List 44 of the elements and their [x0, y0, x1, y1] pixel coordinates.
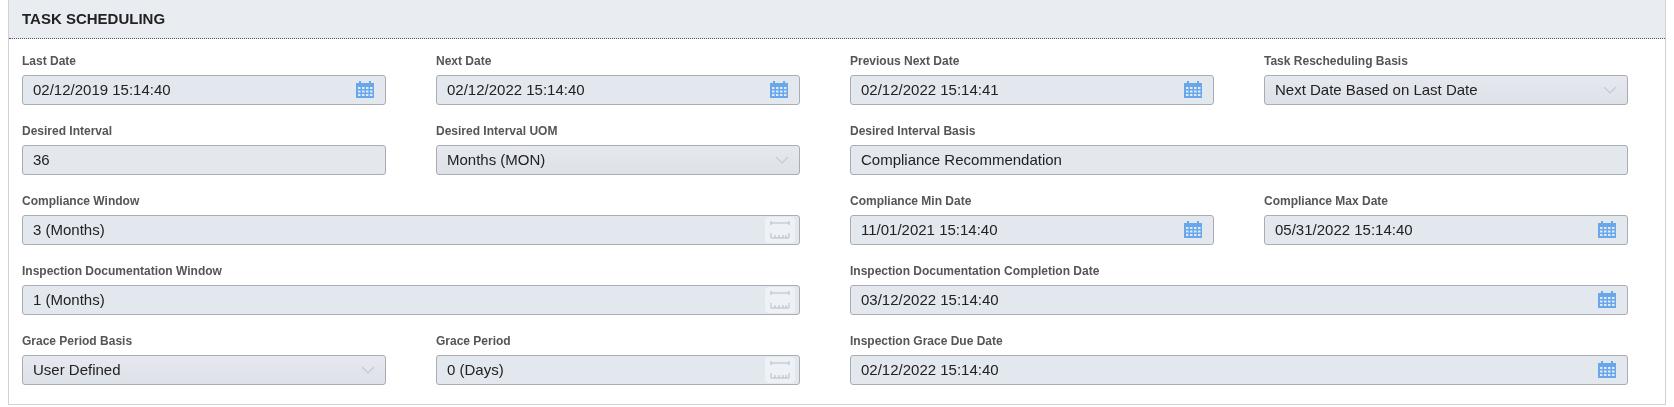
- calendar-icon[interactable]: [1597, 221, 1617, 239]
- select-field[interactable]: Months (MON): [436, 145, 800, 175]
- field-label: Desired Interval Basis: [850, 123, 977, 140]
- field-label: Desired Interval UOM: [436, 123, 559, 140]
- input-field[interactable]: 36: [22, 145, 386, 175]
- field-label: Compliance Min Date: [850, 193, 973, 210]
- field-label: Inspection Grace Due Date: [850, 333, 1004, 350]
- select-field[interactable]: User Defined: [22, 355, 386, 385]
- calendar-icon[interactable]: [355, 81, 375, 99]
- chevron-down-icon[interactable]: [1603, 86, 1617, 94]
- ruler-icon[interactable]: [765, 357, 795, 383]
- ruler-icon[interactable]: [765, 287, 795, 313]
- date-field[interactable]: 11/01/2021 15:14:40: [850, 215, 1214, 245]
- chevron-down-icon[interactable]: [775, 156, 789, 164]
- select-field[interactable]: Next Date Based on Last Date: [1264, 75, 1628, 105]
- date-field[interactable]: 05/31/2022 15:14:40: [1264, 215, 1628, 245]
- date-field[interactable]: 02/12/2019 15:14:40: [22, 75, 386, 105]
- field-label: Desired Interval: [22, 123, 114, 140]
- calendar-icon[interactable]: [1183, 221, 1203, 239]
- date-field[interactable]: 02/12/2022 15:14:41: [850, 75, 1214, 105]
- field-label: Inspection Documentation Completion Date: [850, 263, 1101, 280]
- calendar-icon[interactable]: [1597, 291, 1617, 309]
- date-field[interactable]: 03/12/2022 15:14:40: [850, 285, 1628, 315]
- field-label: Next Date: [436, 53, 493, 70]
- input-field[interactable]: 0 (Days): [436, 355, 800, 385]
- field-label: Grace Period Basis: [22, 333, 134, 350]
- field-label: Previous Next Date: [850, 53, 961, 70]
- chevron-down-icon[interactable]: [361, 366, 375, 374]
- field-label: Compliance Window: [22, 193, 141, 210]
- section-title: TASK SCHEDULING: [22, 8, 166, 29]
- date-field[interactable]: 02/12/2022 15:14:40: [850, 355, 1628, 385]
- field-label: Task Rescheduling Basis: [1264, 53, 1409, 70]
- field-label: Compliance Max Date: [1264, 193, 1390, 210]
- calendar-icon[interactable]: [769, 81, 789, 99]
- input-field[interactable]: 1 (Months): [22, 285, 800, 315]
- date-field[interactable]: 02/12/2022 15:14:40: [436, 75, 800, 105]
- calendar-icon[interactable]: [1183, 81, 1203, 99]
- calendar-icon[interactable]: [1597, 361, 1617, 379]
- input-field[interactable]: Compliance Recommendation: [850, 145, 1628, 175]
- field-label: Grace Period: [436, 333, 512, 350]
- field-label: Inspection Documentation Window: [22, 263, 223, 280]
- input-field[interactable]: 3 (Months): [22, 215, 800, 245]
- ruler-icon[interactable]: [765, 217, 795, 243]
- field-label: Last Date: [22, 53, 78, 70]
